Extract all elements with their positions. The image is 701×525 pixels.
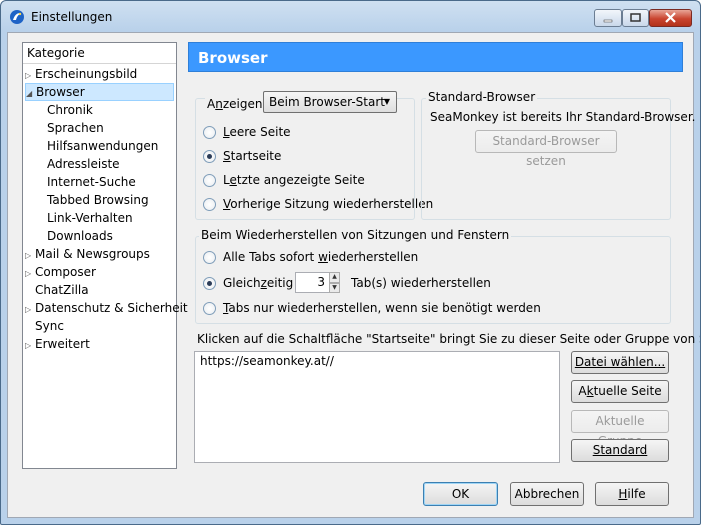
collapse-arrow-icon[interactable]: ◢ [26,86,36,102]
current-page-button[interactable]: Aktuelle Seite [571,380,669,403]
expand-arrow-icon[interactable]: ▷ [25,301,35,319]
radio-restore-on-demand-label[interactable]: Tabs nur wiederherstellen, wenn sie benö… [223,301,541,315]
tree-item-datenschutz[interactable]: ▷ Datenschutz & Sicherheit [25,299,188,317]
startup-select[interactable]: Beim Browser-Start ▼ [263,91,397,113]
radio-restore-all-label[interactable]: Alle Tabs sofort wiederherstellen [223,250,418,264]
close-button[interactable] [649,9,692,27]
radio-blank-page[interactable] [203,126,216,139]
radio-restore-concurrent-label[interactable]: Gleichzeitig [223,276,293,290]
window-title: Einstellungen [31,10,113,24]
spin-down-icon[interactable]: ▼ [329,283,340,293]
preferences-window: Einstellungen Kategorie ▷ Erscheinungsbil… [0,0,701,525]
radio-restore-on-demand[interactable] [203,302,216,315]
radio-last-page[interactable] [203,174,216,187]
tree-item-erweitert[interactable]: ▷ Erweitert [25,335,90,353]
set-default-browser-button[interactable]: Standard-Browser setzen [475,130,617,168]
homepage-url-text: https://seamonkey.at// [200,354,334,368]
radio-home-page[interactable] [203,150,216,163]
tree-item-sync[interactable]: Sync [35,317,64,335]
panel-header: Browser [188,42,683,72]
tree-item-composer[interactable]: ▷ Composer [25,263,96,281]
tree-item-downloads[interactable]: Downloads [47,227,113,245]
tree-item-link-verhalten[interactable]: Link-Verhalten [47,209,133,227]
homepage-url-field[interactable]: https://seamonkey.at// [194,351,560,463]
expand-arrow-icon[interactable]: ▷ [25,265,35,283]
seamonkey-icon [10,10,24,24]
title-bar[interactable]: Einstellungen [1,1,700,31]
dialog-client-area: Kategorie ▷ Erscheinungsbild ◢ Browser Chr… [7,32,700,518]
radio-blank-page-label[interactable]: Leere Seite [223,125,291,139]
minimize-icon [603,19,613,23]
tree-item-adressleiste[interactable]: Adressleiste [47,155,120,173]
startup-select-value: Beim Browser-Start [269,95,385,109]
tree-item-browser[interactable]: ◢ Browser [25,83,174,101]
help-button[interactable]: Hilfe [595,482,669,506]
tree-item-chronik[interactable]: Chronik [47,101,93,119]
tabs-suffix-label: Tab(s) wiederherstellen [351,276,491,290]
current-group-button[interactable]: Aktuelle Gruppe [571,410,669,448]
spin-up-icon[interactable]: ▲ [329,272,340,283]
default-browser-status: SeaMonkey ist bereits Ihr Standard-Brows… [430,110,696,124]
tree-item-tabbed-browsing[interactable]: Tabbed Browsing [47,191,149,209]
radio-last-page-label[interactable]: Letzte angezeigte Seite [223,173,365,187]
dropdown-arrow-icon: ▼ [383,97,390,106]
category-tree[interactable]: Kategorie ▷ Erscheinungsbild ◢ Browser Chr… [22,42,188,469]
tree-item-sprachen[interactable]: Sprachen [47,119,104,137]
radio-restore-session[interactable] [203,198,216,211]
panel-title: Browser [198,49,268,67]
maximize-icon [630,13,641,22]
tree-item-mail-newsgroups[interactable]: ▷ Mail & Newsgroups [25,245,150,263]
homepage-hint: Klicken auf die Schaltfläche "Startseite… [197,332,701,346]
tabs-count-input[interactable]: 3 [295,272,330,293]
tree-header: Kategorie [23,43,176,64]
tree-item-erscheinungsbild[interactable]: ▷ Erscheinungsbild [25,65,137,83]
radio-restore-concurrent[interactable] [203,277,216,290]
default-browser-legend: Standard-Browser [426,90,538,104]
close-icon [665,12,676,23]
cancel-button[interactable]: Abbrechen [510,482,584,506]
radio-restore-all[interactable] [203,251,216,264]
radio-restore-session-label[interactable]: Vorherige Sitzung wiederherstellen [223,197,433,211]
tree-item-internet-suche[interactable]: Internet-Suche [47,173,136,191]
default-homepage-button[interactable]: Standard [571,439,669,462]
restore-legend: Beim Wiederherstellen von Sitzungen und … [199,228,512,242]
ok-button[interactable]: OK [423,482,498,506]
minimize-button[interactable] [594,9,622,27]
tree-item-chatzilla[interactable]: ChatZilla [35,281,89,299]
radio-home-page-label[interactable]: Startseite [223,149,281,163]
show-label: Anzeigen [205,97,265,111]
maximize-button[interactable] [622,9,649,27]
tree-item-hilfsanwendungen[interactable]: Hilfsanwendungen [47,137,158,155]
expand-arrow-icon[interactable]: ▷ [25,337,35,355]
choose-file-button[interactable]: Datei wählen... [571,351,669,374]
